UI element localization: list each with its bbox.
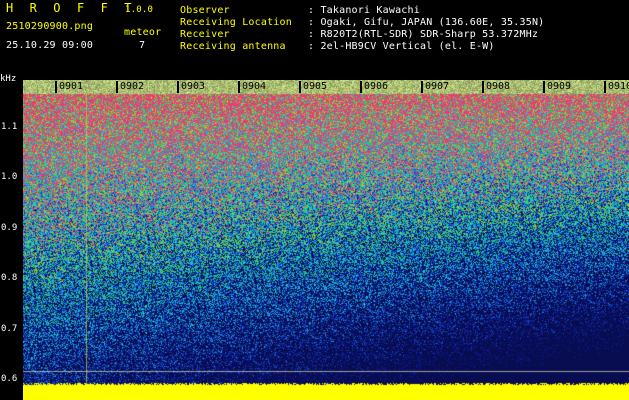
observer-label: Observer — [180, 5, 230, 16]
antenna-label: Receiving antenna — [180, 41, 286, 52]
time-tick-label: 0905 — [298, 81, 328, 93]
time-axis: 0901 0902 0903 0904 0905 0906 0907 0908 0909 0910 — [23, 80, 629, 94]
meteor-count: 7 — [139, 40, 146, 51]
freq-tick-label: 1.0 — [1, 172, 18, 182]
freq-tick-label: 0.6 — [1, 374, 18, 384]
location-value: : Ogaki, Gifu, JAPAN (136.60E, 35.35N) — [308, 17, 545, 28]
header-panel: H R O F F T 1.0.0 2510290900.png 25.10.2… — [0, 0, 629, 78]
location-label: Receiving Location — [180, 17, 292, 28]
spectrogram-area[interactable] — [23, 80, 629, 400]
receiver-value: : R820T2(RTL-SDR) SDR-Sharp 53.372MHz — [308, 29, 539, 40]
app-version: 1.0.0 — [125, 5, 154, 15]
app-title: H R O F F T — [6, 1, 137, 15]
freq-tick-label: 0.7 — [1, 324, 18, 334]
time-tick-label: 0904 — [237, 81, 267, 93]
spectrogram-canvas[interactable] — [23, 80, 629, 400]
meteor-label: meteor — [124, 27, 162, 38]
antenna-value: : 2el-HB9CV Vertical (el. E-W) — [308, 41, 495, 52]
receiver-label: Receiver — [180, 29, 230, 40]
freq-tick-label: 0.9 — [1, 223, 18, 233]
date-time: 25.10.29 09:00 — [6, 40, 94, 51]
time-tick-label: 0903 — [176, 81, 206, 93]
freq-tick-label: 1.1 — [1, 122, 18, 132]
time-tick-label: 0907 — [420, 81, 450, 93]
time-tick-label: 0909 — [542, 81, 572, 93]
file-name: 2510290900.png — [6, 21, 94, 32]
freq-tick-label: 0.8 — [1, 273, 18, 283]
frequency-axis: 1.1 1.0 0.9 0.8 0.7 0.6 — [0, 72, 23, 400]
time-tick-label: 0901 — [54, 81, 84, 93]
time-tick-label: 0908 — [481, 81, 511, 93]
time-tick-label: 0902 — [115, 81, 145, 93]
time-tick-label: 0910 — [603, 81, 629, 93]
time-tick-label: 0906 — [359, 81, 389, 93]
observer-value: : Takanori Kawachi — [308, 5, 420, 16]
